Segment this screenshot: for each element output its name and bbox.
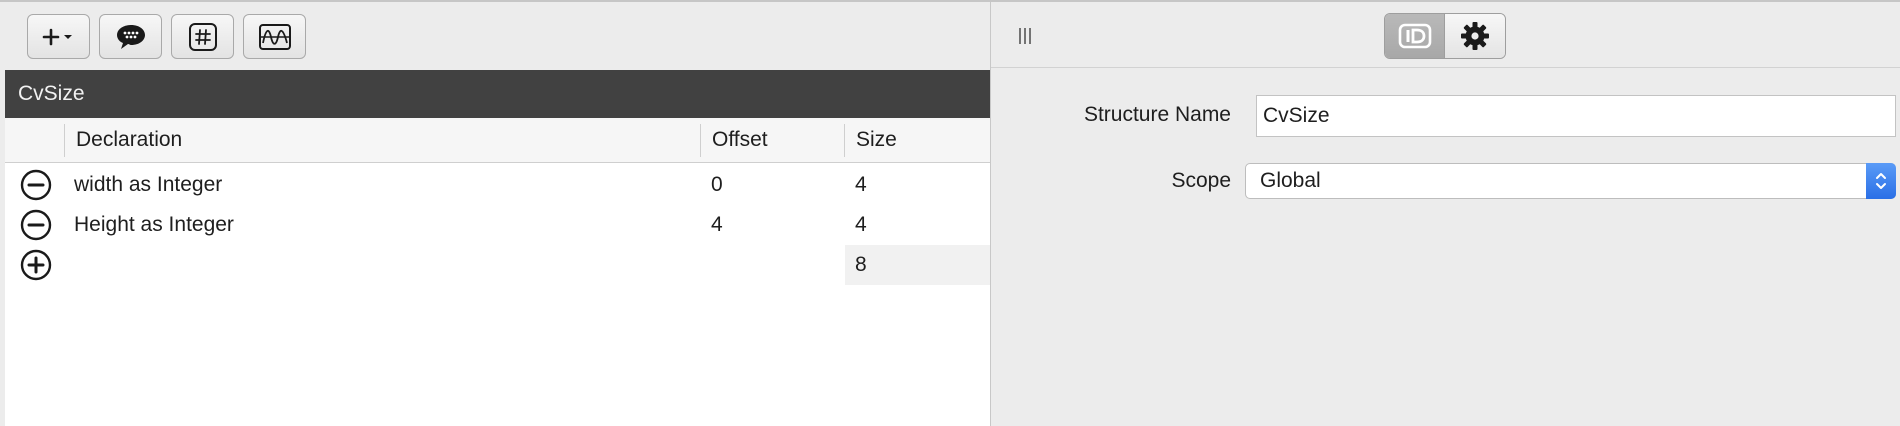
structure-editor-pane: CvSize Declaration Offset Size width as …: [5, 2, 990, 426]
structure-title: CvSize: [5, 70, 990, 118]
column-header-offset[interactable]: Offset: [712, 118, 768, 162]
chevron-updown-icon[interactable]: [1866, 163, 1896, 199]
id-icon: [1398, 23, 1431, 49]
column-header-declaration[interactable]: Declaration: [76, 118, 182, 162]
field-offset: 0: [711, 173, 723, 196]
field-declaration[interactable]: width as Integer: [74, 165, 222, 205]
add-field-icon[interactable]: [20, 249, 52, 281]
field-declaration[interactable]: Height as Integer: [74, 205, 234, 245]
add-menu-button[interactable]: [27, 14, 90, 59]
scope-label: Scope: [1171, 169, 1231, 192]
scope-select[interactable]: Global: [1245, 163, 1896, 199]
structure-table: Declaration Offset Size width as Integer…: [5, 118, 990, 426]
remove-field-icon[interactable]: [20, 169, 52, 201]
speech-bubble-icon: [116, 24, 145, 49]
add-constant-button[interactable]: [171, 14, 234, 59]
total-size: 8: [855, 253, 867, 276]
tab-settings[interactable]: [1445, 14, 1505, 58]
table-row[interactable]: Height as Integer 4 4: [5, 205, 990, 245]
hash-icon: [188, 22, 217, 51]
remove-field-icon[interactable]: [20, 209, 52, 241]
column-separator: [64, 124, 65, 157]
waveform-icon: [258, 23, 291, 50]
app-window: CvSize Declaration Offset Size width as …: [0, 0, 1900, 426]
table-header: Declaration Offset Size: [5, 118, 990, 163]
gear-icon: [1461, 22, 1489, 50]
add-menu-icon: [42, 28, 72, 45]
field-size: 4: [855, 213, 867, 236]
column-header-size[interactable]: Size: [856, 118, 897, 162]
editor-toolbar: [5, 2, 990, 69]
tab-id[interactable]: [1385, 14, 1446, 58]
column-separator: [844, 124, 845, 157]
structure-name-field[interactable]: CvSize: [1256, 95, 1896, 137]
structure-name-label: Structure Name: [1083, 103, 1231, 126]
add-field-row: 8: [5, 245, 990, 285]
add-note-button[interactable]: [99, 14, 162, 59]
inspector-pane: Structure Name CvSize Scope Global: [991, 2, 1900, 426]
add-signal-button[interactable]: [243, 14, 306, 59]
drag-handle-icon[interactable]: [1017, 26, 1033, 46]
field-offset: 4: [711, 213, 723, 236]
inspector-toolbar: [991, 2, 1900, 68]
column-separator: [700, 124, 701, 157]
scope-selected-value: Global: [1260, 169, 1321, 192]
total-size-cell: [845, 245, 990, 285]
table-row[interactable]: width as Integer 0 4: [5, 165, 990, 205]
field-size: 4: [855, 173, 867, 196]
inspector-tab-control: [1384, 13, 1506, 59]
